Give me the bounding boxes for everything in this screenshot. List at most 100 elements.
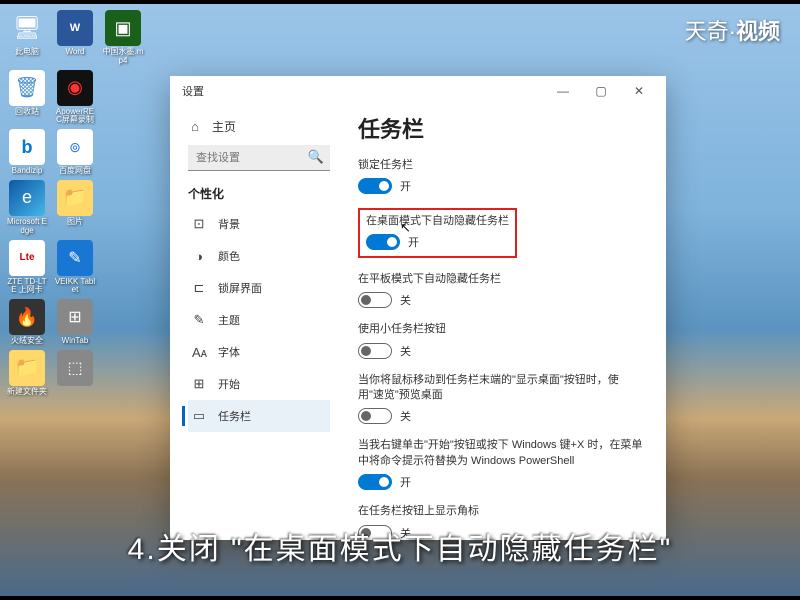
toggle-state: 开 [400, 178, 411, 194]
desktop-icon-label: 图片 [67, 218, 83, 227]
fonts-icon: Aᴀ [192, 345, 206, 360]
settings-content: 任务栏 锁定任务栏开在桌面模式下自动隐藏任务栏开在平板模式下自动隐藏任务栏关使用… [340, 106, 666, 540]
close-button[interactable]: ✕ [620, 77, 658, 105]
fire-icon: 🔥 [9, 299, 45, 335]
desktop-icon-mp4[interactable]: ▣中国水墨.mp4 [102, 10, 144, 66]
bin-icon: 🗑 [9, 70, 45, 106]
setting-label: 使用小任务栏按钮 [358, 322, 644, 337]
desktop-icon-word[interactable]: WWord [54, 10, 96, 66]
toggle-lock[interactable] [358, 178, 392, 194]
mp4-icon: ▣ [105, 10, 141, 46]
setting-autohide-desktop: 在桌面模式下自动隐藏任务栏开 [358, 208, 644, 257]
desktop-icon-wintab[interactable]: ⊞ WinTab [54, 299, 96, 346]
word-icon: W [57, 10, 93, 46]
setting-powershell: 当我右键单击"开始"按钮或按下 Windows 键+X 时，在菜单中将命令提示符… [358, 438, 644, 490]
setting-label: 在任务栏按钮上显示角标 [358, 504, 644, 519]
settings-sidebar: ⌂ 主页 🔍 个性化 ⊡ 背景 ◑ 颜色 ⊏ 锁屏界面 ✎ 主题 Aᴀ 字体 ⊞ 开始 ▭ 任务栏 [170, 106, 340, 540]
nav-item-fonts[interactable]: Aᴀ 字体 [188, 336, 330, 368]
video-subtitle: 4.关闭 "在桌面模式下自动隐藏任务栏" [0, 524, 800, 568]
page-heading: 任务栏 [358, 112, 644, 144]
nav-item-taskbar[interactable]: ▭ 任务栏 [188, 400, 330, 432]
desktop-icon-label: VEIKK Tablet [54, 278, 96, 296]
desktop-icon-label: 新建文件夹 [7, 388, 47, 397]
taskbar-icon: ▭ [192, 408, 206, 424]
setting-small-buttons: 使用小任务栏按钮关 [358, 322, 644, 358]
nav-label: 背景 [218, 216, 240, 232]
toggle-powershell[interactable] [358, 474, 392, 490]
desktop-icon-folder2[interactable]: 📁新建文件夹 [6, 350, 48, 397]
nav-item-themes[interactable]: ✎ 主题 [188, 304, 330, 336]
wintab-icon: ⊞ [57, 299, 93, 335]
desktop-icon-pc[interactable]: 🖥此电脑 [6, 10, 48, 66]
edge-icon: e [9, 180, 45, 216]
desktop-icon-rec[interactable]: ◉ ApowerREC屏幕录制 [54, 70, 96, 126]
toggle-state: 关 [400, 343, 411, 359]
home-icon: ⌂ [188, 119, 202, 134]
nav-label: 颜色 [218, 248, 240, 264]
nav-label: 锁屏界面 [218, 280, 262, 296]
setting-autohide-tablet: 在平板模式下自动隐藏任务栏关 [358, 272, 644, 308]
nav-label: 字体 [218, 344, 240, 360]
folder1-icon: 📁 [57, 180, 93, 216]
toggle-small-buttons[interactable] [358, 343, 392, 359]
setting-peek: 当你将鼠标移动到任务栏末端的"显示桌面"按钮时，使用"速览"预览桌面关 [358, 373, 644, 425]
veikk-icon: ✎ [57, 240, 93, 276]
desktop-icon-bin[interactable]: 🗑回收站 [6, 70, 48, 126]
rec-icon: ◉ [57, 70, 93, 106]
nav-label: 主题 [218, 312, 240, 328]
home-label: 主页 [212, 118, 236, 135]
nav-item-lockscreen[interactable]: ⊏ 锁屏界面 [188, 272, 330, 304]
toggle-autohide-desktop[interactable] [366, 234, 400, 250]
start-icon: ⊞ [192, 376, 206, 392]
search-icon: 🔍 [308, 149, 324, 165]
setting-lock: 锁定任务栏开 [358, 158, 644, 194]
pc-icon: 🖥 [9, 10, 45, 46]
desktop-icon-label: 火绒安全 [11, 337, 43, 346]
toggle-state: 开 [408, 234, 419, 250]
toggle-autohide-tablet[interactable] [358, 292, 392, 308]
setting-label: 当你将鼠标移动到任务栏末端的"显示桌面"按钮时，使用"速览"预览桌面 [358, 373, 644, 404]
lockscreen-icon: ⊏ [192, 280, 206, 296]
desktop-icon-other[interactable]: ⬚ [54, 350, 96, 397]
window-title: 设置 [178, 83, 544, 99]
section-title: 个性化 [188, 185, 330, 202]
nav-label: 任务栏 [218, 408, 251, 424]
desktop-icon-folder1[interactable]: 📁 图片 [54, 180, 96, 236]
background-icon: ⊡ [192, 216, 206, 232]
desktop-icon-lte[interactable]: LteZTE TD-LTE 上网卡 [6, 240, 48, 296]
nav-item-background[interactable]: ⊡ 背景 [188, 208, 330, 240]
nav-item-start[interactable]: ⊞ 开始 [188, 368, 330, 400]
minimize-button[interactable]: — [544, 77, 582, 105]
toggle-peek[interactable] [358, 408, 392, 424]
desktop-icon-label: WinTab [62, 337, 89, 346]
setting-label: 在桌面模式下自动隐藏任务栏 [366, 214, 509, 229]
toggle-state: 开 [400, 474, 411, 490]
desktop-icon-fire[interactable]: 🔥 火绒安全 [6, 299, 48, 346]
themes-icon: ✎ [192, 312, 206, 328]
desktop-icon-bandizip[interactable]: b Bandizip [6, 129, 48, 176]
toggle-state: 关 [400, 408, 411, 424]
desktop-icon-veikk[interactable]: ✎ VEIKK Tablet [54, 240, 96, 296]
baidu-icon: ⊚ [57, 129, 93, 165]
desktop-icon-baidu[interactable]: ⊚ 百度网盘 [54, 129, 96, 176]
home-nav[interactable]: ⌂ 主页 [188, 112, 330, 145]
nav-label: 开始 [218, 376, 240, 392]
desktop-icon-label: Microsoft Edge [6, 218, 48, 236]
desktop-icon-label: Bandizip [12, 167, 43, 176]
nav-item-colors[interactable]: ◑ 颜色 [188, 240, 330, 272]
desktop-icon-edge[interactable]: e Microsoft Edge [6, 180, 48, 236]
setting-label: 在平板模式下自动隐藏任务栏 [358, 272, 644, 287]
colors-icon: ◑ [192, 249, 206, 264]
video-watermark: 天奇·视频 [685, 14, 780, 46]
search-box: 🔍 [188, 145, 330, 171]
desktop-icons-grid: 🖥此电脑WWord▣中国水墨.mp4 🗑回收站◉ ApowerREC屏幕录制 b Ban… [6, 10, 144, 397]
desktop-icon-label: 百度网盘 [59, 167, 91, 176]
desktop-wallpaper: 🖥此电脑WWord▣中国水墨.mp4 🗑回收站◉ ApowerREC屏幕录制 b Ban… [0, 4, 800, 596]
highlight-box: 在桌面模式下自动隐藏任务栏开 [358, 208, 517, 257]
bandizip-icon: b [9, 129, 45, 165]
toggle-state: 关 [400, 292, 411, 308]
desktop-icon-label: ZTE TD-LTE 上网卡 [6, 278, 48, 296]
maximize-button[interactable]: ▢ [582, 77, 620, 105]
window-titlebar: 设置 — ▢ ✕ [170, 76, 666, 106]
desktop-icon-label: ApowerREC屏幕录制 [54, 108, 96, 126]
